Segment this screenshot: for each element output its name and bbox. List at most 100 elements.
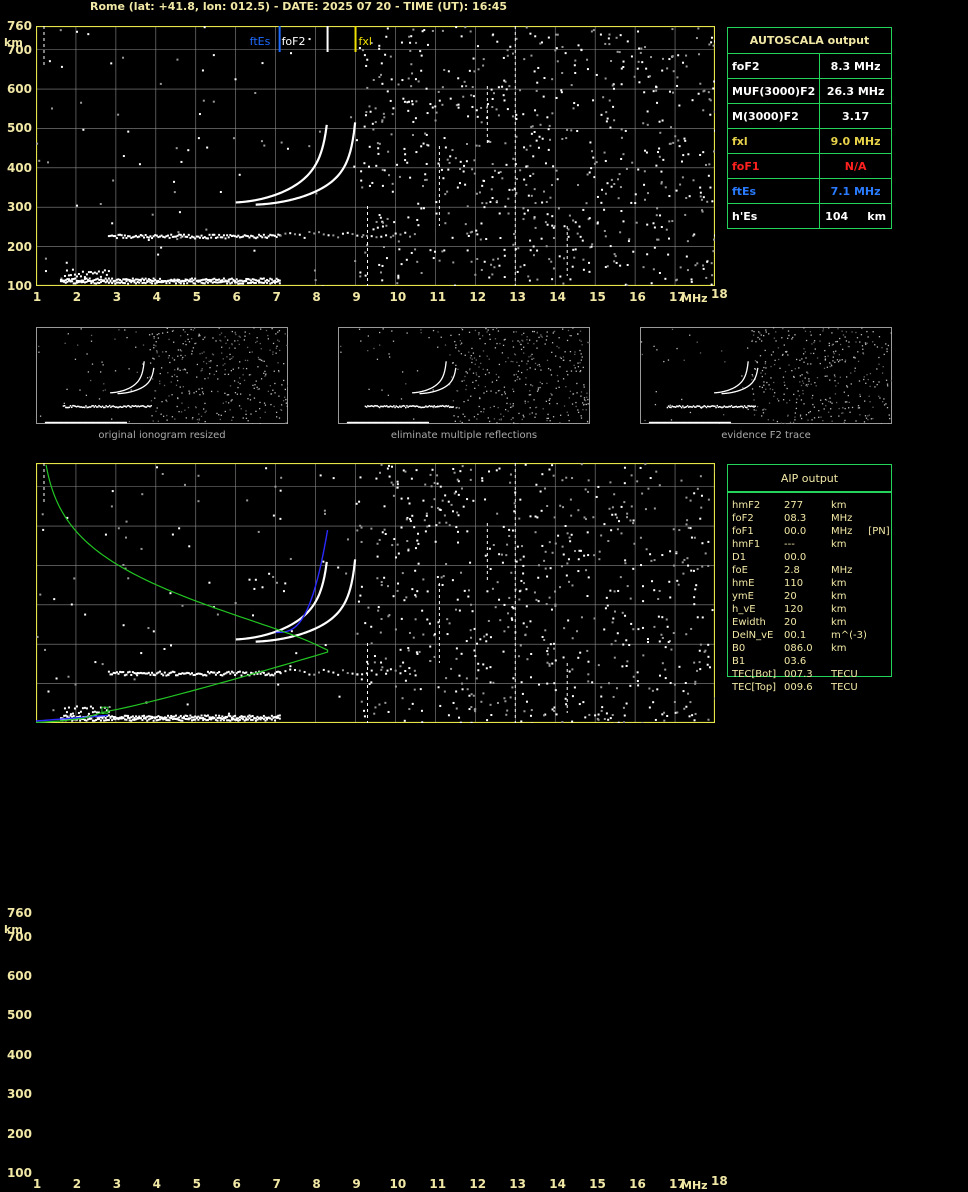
- aip-name: foE: [732, 564, 748, 577]
- aip-row: hmE 110 km: [732, 577, 912, 590]
- thumbnail-2: [338, 327, 590, 424]
- autoscala-label: h'Es: [728, 204, 820, 229]
- autoscala-row: ftEs7.1 MHz: [728, 179, 892, 204]
- aip-unit: km: [831, 577, 847, 590]
- bottom-ionogram: 760700600500400300200100km 1234567891011…: [0, 450, 720, 748]
- autoscala-value: 8.3 MHz: [820, 54, 892, 79]
- x-tick-label: 2: [70, 1177, 84, 1191]
- aip-name: foF1: [732, 525, 754, 538]
- autoscala-row: foF1N/A: [728, 154, 892, 179]
- x-tick-label: 11: [429, 1177, 443, 1191]
- grid: [36, 26, 715, 286]
- autoscala-row: foF28.3 MHz: [728, 54, 892, 79]
- aip-value: 2.8: [784, 564, 800, 577]
- autoscala-value: 104 km: [820, 204, 892, 229]
- grid: [36, 463, 715, 723]
- aip-unit: MHz: [831, 564, 852, 577]
- x-tick-label: 5: [190, 1177, 204, 1191]
- x-tick-label: 10: [389, 290, 403, 304]
- x-tick-label: 9: [350, 1177, 364, 1191]
- autoscala-label: foF1: [728, 154, 820, 179]
- x-tick-label: 15: [589, 1177, 603, 1191]
- scaled-markers: ftEsfoF2fxl: [250, 26, 372, 52]
- x-tick-label: 12: [469, 1177, 483, 1191]
- aip-value: 08.3: [784, 512, 806, 525]
- aip-name: B1: [732, 655, 745, 668]
- aip-value: 120: [784, 603, 803, 616]
- aip-row: hmF1---km: [732, 538, 912, 551]
- x-tick-label: 5: [190, 290, 204, 304]
- aip-value: 00.0: [784, 525, 806, 538]
- aip-name: foF2: [732, 512, 754, 525]
- x-tick-label: 1: [30, 1177, 44, 1191]
- autoscala-label: foF2: [728, 54, 820, 79]
- autoscala-row: M(3000)F23.17: [728, 104, 892, 129]
- x-tick-label: 18: [711, 1174, 725, 1188]
- aip-value: 277: [784, 499, 803, 512]
- aip-name: TEC[Bot]: [732, 668, 776, 681]
- x-tick-label: 8: [310, 290, 324, 304]
- bottom-ionogram-plot: [36, 463, 715, 723]
- aip-unit: m^(-3): [831, 629, 867, 642]
- thumbnail-2-image: [338, 327, 590, 424]
- y-tick-label: 600: [6, 82, 32, 96]
- top-ionogram: ftEsfoF2fxl 760700600500400300200100km 1…: [0, 0, 720, 310]
- aip-unit: TECU: [831, 668, 858, 681]
- autoscala-value: 3.17: [820, 104, 892, 129]
- x-tick-label: 4: [150, 290, 164, 304]
- aip-row: h_vE120km: [732, 603, 912, 616]
- aip-value: 110: [784, 577, 803, 590]
- y-tick-label: 300: [6, 1087, 32, 1101]
- autoscala-header: AUTOSCALA output: [728, 28, 892, 54]
- thumbnail-2-caption: eliminate multiple reflections: [338, 430, 590, 441]
- y-tick-label: 200: [6, 240, 32, 254]
- y-tick-label: 500: [6, 1008, 32, 1022]
- aip-row: foF208.3MHz: [732, 512, 912, 525]
- aip-name: TEC[Top]: [732, 681, 776, 694]
- y-unit-label: km: [4, 36, 23, 49]
- aip-name: hmE: [732, 577, 754, 590]
- aip-unit: km: [831, 499, 847, 512]
- aip-value: 086.0: [784, 642, 813, 655]
- fxl-marker-label: fxl: [359, 35, 372, 48]
- aip-unit: km: [831, 603, 847, 616]
- autoscala-value: 26.3 MHz: [820, 79, 892, 104]
- thumbnail-1-caption: original ionogram resized: [36, 430, 288, 441]
- aip-unit: km: [831, 590, 847, 603]
- aip-value: 20: [784, 616, 797, 629]
- thumbnail-3-image: [640, 327, 892, 424]
- aip-header: AIP output: [728, 465, 891, 492]
- x-tick-label: 11: [429, 290, 443, 304]
- autoscala-label: M(3000)F2: [728, 104, 820, 129]
- aip-unit: km: [831, 538, 847, 551]
- thumbnail-3: [640, 327, 892, 424]
- aip-value: 20: [784, 590, 797, 603]
- thumbnail-1-image: [36, 327, 288, 424]
- echo-traces: [60, 122, 416, 284]
- aip-profile: [36, 465, 328, 723]
- aip-row: D100.0: [732, 551, 912, 564]
- y-tick-label: 300: [6, 200, 32, 214]
- aip-row: hmF2277km: [732, 499, 912, 512]
- aip-row: ymE20km: [732, 590, 912, 603]
- aip-name: B0: [732, 642, 745, 655]
- aip-value: 00.1: [784, 629, 806, 642]
- x-tick-label: 7: [270, 1177, 284, 1191]
- y-tick-label: 760: [6, 19, 32, 33]
- top-ionogram-plot: ftEsfoF2fxl: [36, 26, 715, 286]
- x-tick-label: 6: [230, 1177, 244, 1191]
- x-tick-label: 12: [469, 290, 483, 304]
- x-tick-label: 6: [230, 290, 244, 304]
- x-tick-label: 13: [509, 1177, 523, 1191]
- aip-row: B0086.0km: [732, 642, 912, 655]
- autoscala-value: 9.0 MHz: [820, 129, 892, 154]
- y-tick-label: 400: [6, 1048, 32, 1062]
- y-tick-label: 760: [6, 906, 32, 920]
- autoscala-label: ftEs: [728, 179, 820, 204]
- aip-name: DelN_vE: [732, 629, 773, 642]
- autoscala-label: fxl: [728, 129, 820, 154]
- x-tick-label: 7: [270, 290, 284, 304]
- autoscala-value: N/A: [820, 154, 892, 179]
- noise: [37, 463, 715, 723]
- aip-value: ---: [784, 538, 795, 551]
